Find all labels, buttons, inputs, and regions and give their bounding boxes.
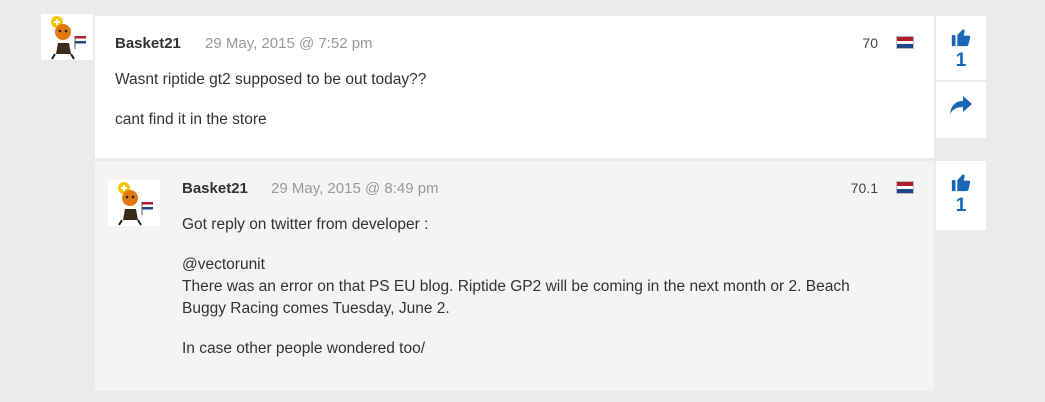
comment-line: Wasnt riptide gt2 supposed to be out tod… [115,71,427,88]
comment-actions: 1 [936,16,986,138]
comment-date[interactable]: 29 May, 2015 @ 7:52 pm [205,35,373,52]
like-button[interactable]: 1 [950,161,972,217]
comment-line: In case other people wondered too/ [182,340,426,357]
user-level: 70.1 [850,180,878,196]
comment-body: Wasnt riptide gt2 supposed to be out tod… [115,69,426,131]
like-count: 1 [955,50,967,71]
comment: Basket21 29 May, 2015 @ 7:52 pm 70 Wasnt… [95,16,934,158]
avatar[interactable] [108,180,160,226]
comment-actions: 1 [936,161,986,230]
netherlands-flag-icon [896,36,914,49]
comment-line: Buggy Racing comes Tuesday, June 2. [182,300,450,317]
comment-reply: Basket21 29 May, 2015 @ 8:49 pm 70.1 Got… [95,161,934,391]
share-button[interactable] [949,82,973,121]
like-button[interactable]: 1 [950,16,972,72]
comment-line: Got reply on twitter from developer : [182,216,429,233]
avatar[interactable] [41,14,93,60]
like-count: 1 [955,195,967,216]
comment-body: Got reply on twitter from developer : @v… [182,214,902,360]
comment-line: @vectorunit [182,256,265,273]
comment-line: cant find it in the store [115,111,267,128]
share-arrow-icon [950,96,972,114]
comment-author[interactable]: Basket21 [115,35,181,52]
comment-date[interactable]: 29 May, 2015 @ 8:49 pm [271,180,439,197]
comment-author[interactable]: Basket21 [182,180,248,197]
thumbs-up-icon [951,174,971,192]
comment-line: There was an error on that PS EU blog. R… [182,278,850,295]
user-level: 70 [862,35,878,51]
netherlands-flag-icon [896,181,914,194]
thumbs-up-icon [951,29,971,47]
